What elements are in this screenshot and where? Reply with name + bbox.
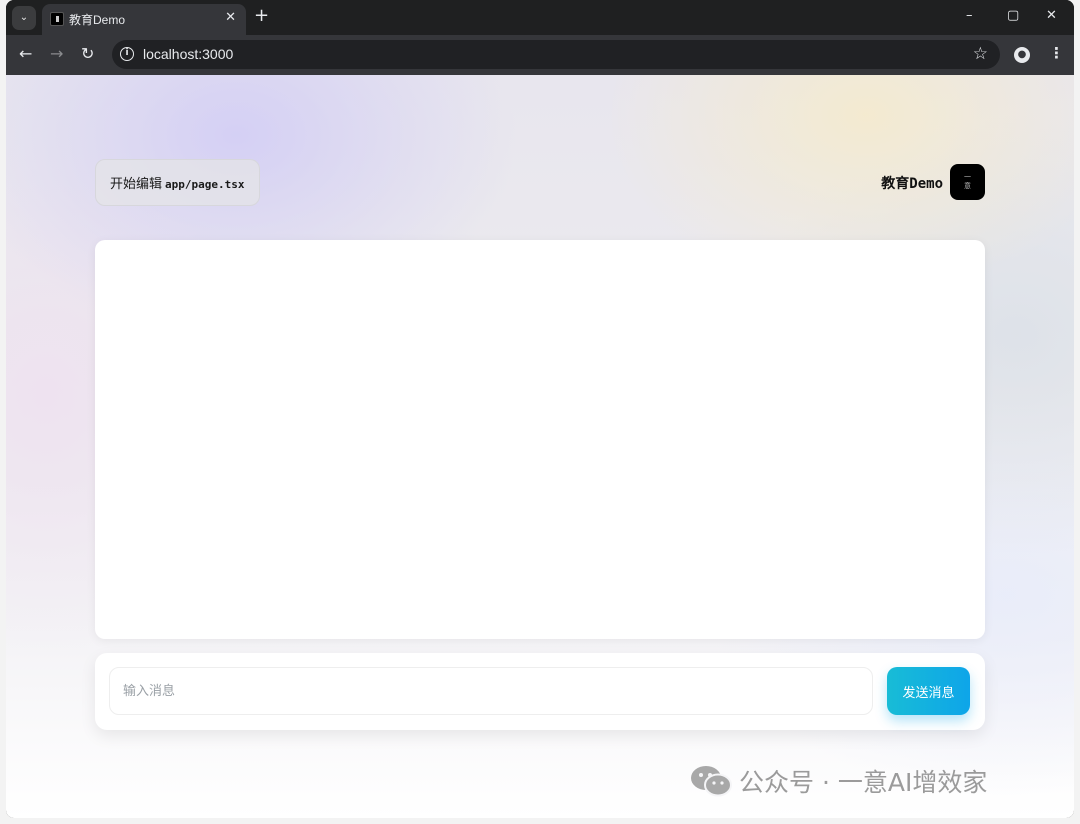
tab-search-icon[interactable]: ⌄ bbox=[12, 6, 36, 30]
brand-logo: 一意 bbox=[950, 164, 985, 200]
close-window-button[interactable]: ✕ bbox=[1046, 8, 1057, 23]
info-icon[interactable]: i bbox=[120, 47, 134, 61]
favicon-icon bbox=[50, 12, 64, 26]
reload-icon[interactable]: ↻ bbox=[81, 45, 94, 63]
brand-name: 教育Demo bbox=[881, 176, 943, 192]
browser-toolbar: ← → ↻ i localhost:3000 ☆ ● ⋮ bbox=[6, 35, 1074, 75]
watermark-text: 公众号 · 一意AI增效家 bbox=[739, 768, 988, 797]
edit-hint: 开始编辑 app/page.tsx bbox=[95, 159, 260, 206]
maximize-button[interactable]: ▢ bbox=[1007, 8, 1019, 23]
send-message-button[interactable]: 发送消息 bbox=[887, 667, 970, 715]
wechat-icon bbox=[691, 766, 732, 797]
profile-icon[interactable]: ● bbox=[1014, 47, 1030, 63]
message-input-bar: 发送消息 bbox=[95, 653, 985, 730]
minimize-button[interactable]: – bbox=[966, 8, 973, 23]
page-viewport: 开始编辑app/page.tsx 教育Demo 一意 发送消息 公众号 · 一意… bbox=[6, 75, 1074, 818]
forward-icon[interactable]: → bbox=[50, 45, 63, 63]
tab-title: 教育Demo bbox=[69, 13, 126, 27]
browser-window: ⌄ 教育Demo ✕ + – ▢ ✕ ← → ↻ i localhost:300… bbox=[6, 0, 1074, 818]
edit-hint-label: 开始编辑 bbox=[110, 177, 163, 192]
menu-icon[interactable]: ⋮ bbox=[1049, 44, 1064, 62]
chat-messages-panel bbox=[95, 240, 985, 639]
url-text[interactable]: localhost:3000 bbox=[143, 46, 233, 62]
active-tab[interactable]: 教育Demo ✕ bbox=[42, 4, 246, 35]
tab-bar: ⌄ 教育Demo ✕ + – ▢ ✕ bbox=[6, 0, 1074, 35]
address-bar[interactable]: i localhost:3000 ☆ bbox=[112, 40, 1000, 69]
tab-close-button[interactable]: ✕ bbox=[225, 10, 236, 25]
new-tab-button[interactable]: + bbox=[254, 6, 269, 26]
star-icon[interactable]: ☆ bbox=[973, 44, 988, 64]
message-input[interactable] bbox=[109, 667, 873, 715]
edit-hint-file: app/page.tsx bbox=[165, 178, 245, 191]
back-icon[interactable]: ← bbox=[19, 45, 32, 63]
